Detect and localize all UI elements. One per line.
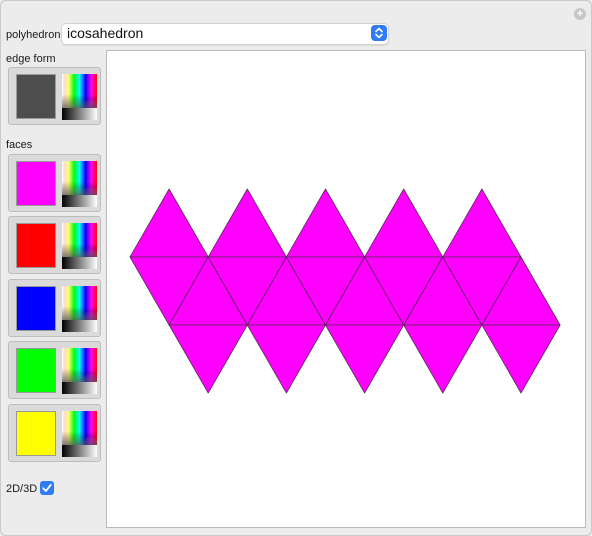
face-color-swatch-1[interactable]: [16, 161, 56, 206]
faces-label: faces: [6, 139, 33, 151]
net-face-20: [481, 324, 561, 394]
polyhedron-select-value: icosahedron: [67, 25, 144, 41]
face-color-picker-4[interactable]: [8, 341, 101, 399]
polyhedron-label: polyhedron: [6, 29, 61, 41]
net-face-13: [364, 188, 444, 258]
net-face-12: [325, 324, 405, 394]
checkmark-icon: [42, 483, 52, 492]
net-face-17: [442, 188, 522, 258]
2d-3d-checkbox[interactable]: [40, 481, 54, 495]
face-color-swatch-5[interactable]: [16, 411, 56, 456]
net-face-4: [168, 324, 248, 394]
net-face-5: [207, 188, 287, 258]
color-spectrum-icon[interactable]: [62, 286, 97, 332]
color-spectrum-icon[interactable]: [62, 161, 97, 207]
face-color-picker-1[interactable]: [8, 154, 101, 212]
net-face-16: [403, 324, 483, 394]
face-color-swatch-2[interactable]: [16, 223, 56, 268]
graphics-canvas[interactable]: [106, 50, 586, 528]
net-face-8: [246, 324, 326, 394]
edge-color-swatch[interactable]: [16, 74, 56, 119]
color-spectrum-icon[interactable]: [62, 411, 97, 457]
edge-form-label: edge form: [6, 53, 56, 65]
2d-3d-label: 2D/3D: [6, 483, 38, 495]
face-color-swatch-4[interactable]: [16, 348, 56, 393]
color-spectrum-icon[interactable]: [62, 223, 97, 269]
face-color-picker-5[interactable]: [8, 404, 101, 462]
face-color-picker-2[interactable]: [8, 216, 101, 274]
chevron-updown-icon[interactable]: [371, 25, 387, 41]
plus-circle-icon[interactable]: +: [574, 8, 586, 20]
face-color-swatch-3[interactable]: [16, 286, 56, 331]
color-spectrum-icon[interactable]: [62, 74, 97, 120]
icosahedron-net: [129, 188, 561, 394]
net-face-9: [285, 188, 366, 258]
polyhedron-select[interactable]: icosahedron: [61, 23, 389, 45]
net-face-1: [129, 188, 209, 258]
edge-color-picker[interactable]: [8, 67, 101, 125]
color-spectrum-icon[interactable]: [62, 348, 97, 394]
face-color-picker-3[interactable]: [8, 279, 101, 337]
